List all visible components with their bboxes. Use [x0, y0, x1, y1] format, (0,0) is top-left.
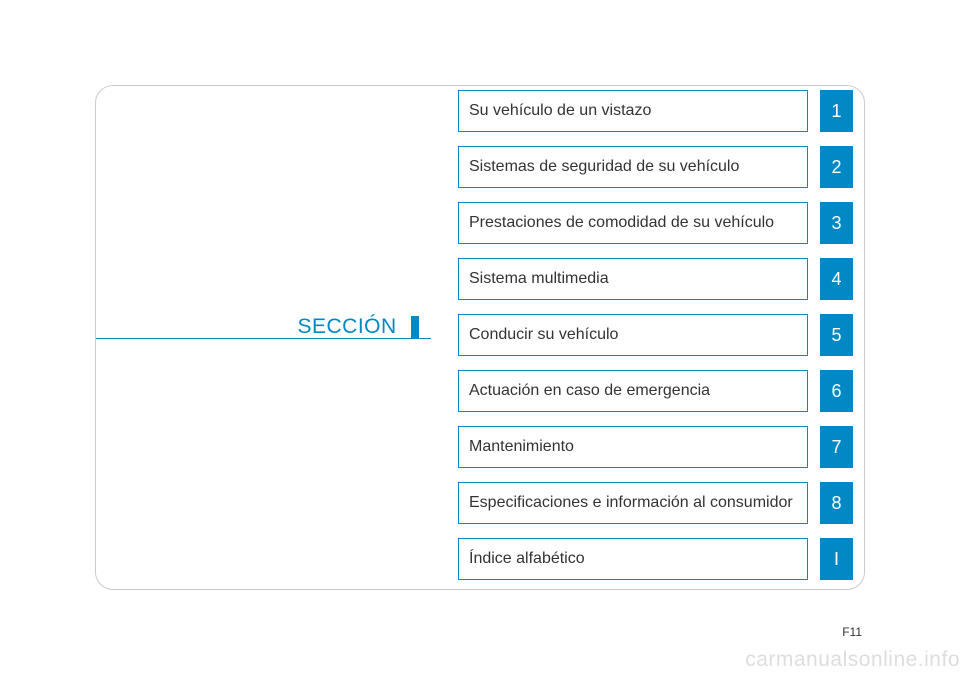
section-heading-text: SECCIÓN: [297, 315, 396, 338]
section-heading-wrap: SECCIÓN: [96, 315, 431, 345]
toc-number-tab: 4: [820, 258, 853, 300]
toc-title: Índice alfabético: [458, 538, 808, 580]
section-marker-icon: [411, 316, 419, 338]
toc-list: Su vehículo de un vistazo 1 Sistemas de …: [458, 90, 853, 580]
section-heading: SECCIÓN: [96, 315, 431, 345]
toc-title: Prestaciones de comodidad de su vehículo: [458, 202, 808, 244]
toc-row: Mantenimiento 7: [458, 426, 853, 468]
toc-title: Sistemas de seguridad de su vehículo: [458, 146, 808, 188]
watermark: carmanualsonline.info: [745, 648, 960, 672]
toc-title: Su vehículo de un vistazo: [458, 90, 808, 132]
toc-number-tab: 3: [820, 202, 853, 244]
toc-row: Conducir su vehículo 5: [458, 314, 853, 356]
toc-row: Índice alfabético I: [458, 538, 853, 580]
toc-title: Sistema multimedia: [458, 258, 808, 300]
toc-title: Actuación en caso de emergencia: [458, 370, 808, 412]
toc-title: Especificaciones e información al consum…: [458, 482, 808, 524]
toc-number-tab: I: [820, 538, 853, 580]
toc-row: Especificaciones e información al consum…: [458, 482, 853, 524]
divider-line: [96, 338, 431, 339]
page-number: F11: [842, 625, 862, 639]
toc-row: Actuación en caso de emergencia 6: [458, 370, 853, 412]
toc-row: Sistemas de seguridad de su vehículo 2: [458, 146, 853, 188]
toc-number-tab: 7: [820, 426, 853, 468]
toc-number-tab: 5: [820, 314, 853, 356]
content-area: SECCIÓN Su vehículo de un vistazo 1 Sist…: [96, 86, 864, 589]
toc-number-tab: 1: [820, 90, 853, 132]
toc-number-tab: 8: [820, 482, 853, 524]
toc-row: Sistema multimedia 4: [458, 258, 853, 300]
toc-row: Su vehículo de un vistazo 1: [458, 90, 853, 132]
toc-number-tab: 2: [820, 146, 853, 188]
toc-title: Conducir su vehículo: [458, 314, 808, 356]
toc-number-tab: 6: [820, 370, 853, 412]
toc-title: Mantenimiento: [458, 426, 808, 468]
toc-row: Prestaciones de comodidad de su vehículo…: [458, 202, 853, 244]
page-frame: SECCIÓN Su vehículo de un vistazo 1 Sist…: [95, 85, 865, 590]
